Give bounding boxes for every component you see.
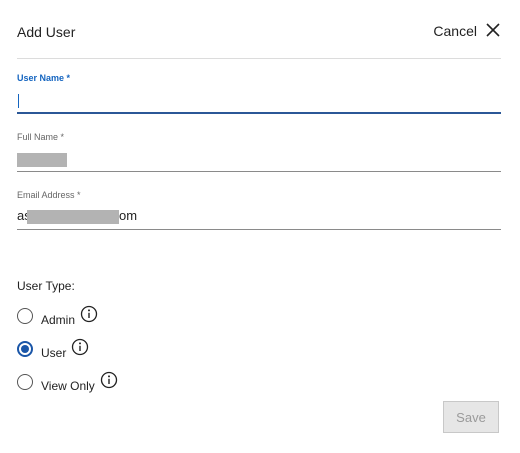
email-value-redacted: [27, 210, 119, 224]
email-value-suffix: om: [119, 208, 138, 223]
radio-view-only[interactable]: [17, 374, 33, 390]
dialog-title: Add User: [17, 24, 76, 40]
radio-user-label: User: [41, 346, 67, 360]
full-name-value-redacted: [17, 153, 67, 167]
radio-option-view-only[interactable]: View Only: [17, 371, 118, 393]
radio-option-user[interactable]: User: [17, 338, 89, 360]
email-input[interactable]: as om: [17, 207, 501, 230]
full-name-field: Full Name *: [17, 132, 501, 172]
user-name-input[interactable]: [17, 90, 501, 114]
radio-admin-label: Admin: [41, 313, 76, 327]
user-name-field: User Name *: [17, 73, 501, 114]
radio-option-admin[interactable]: Admin: [17, 305, 98, 327]
full-name-label: Full Name *: [17, 132, 65, 142]
user-name-label: User Name *: [17, 73, 71, 83]
email-label: Email Address *: [17, 190, 81, 200]
close-icon[interactable]: [485, 22, 501, 38]
text-caret: [18, 94, 19, 108]
info-icon[interactable]: [100, 371, 118, 389]
info-icon[interactable]: [80, 305, 98, 323]
dialog-header: Add User Cancel: [17, 0, 501, 59]
radio-admin[interactable]: [17, 308, 33, 324]
full-name-input[interactable]: [17, 149, 501, 172]
cancel-label: Cancel: [433, 23, 477, 39]
email-field: Email Address * as om: [17, 190, 501, 230]
cancel-button[interactable]: Cancel: [433, 21, 501, 39]
info-icon[interactable]: [71, 338, 89, 356]
save-button[interactable]: Save: [443, 401, 499, 433]
user-type-label: User Type:: [17, 279, 75, 293]
radio-view-only-label: View Only: [41, 379, 95, 393]
radio-user[interactable]: [17, 341, 33, 357]
